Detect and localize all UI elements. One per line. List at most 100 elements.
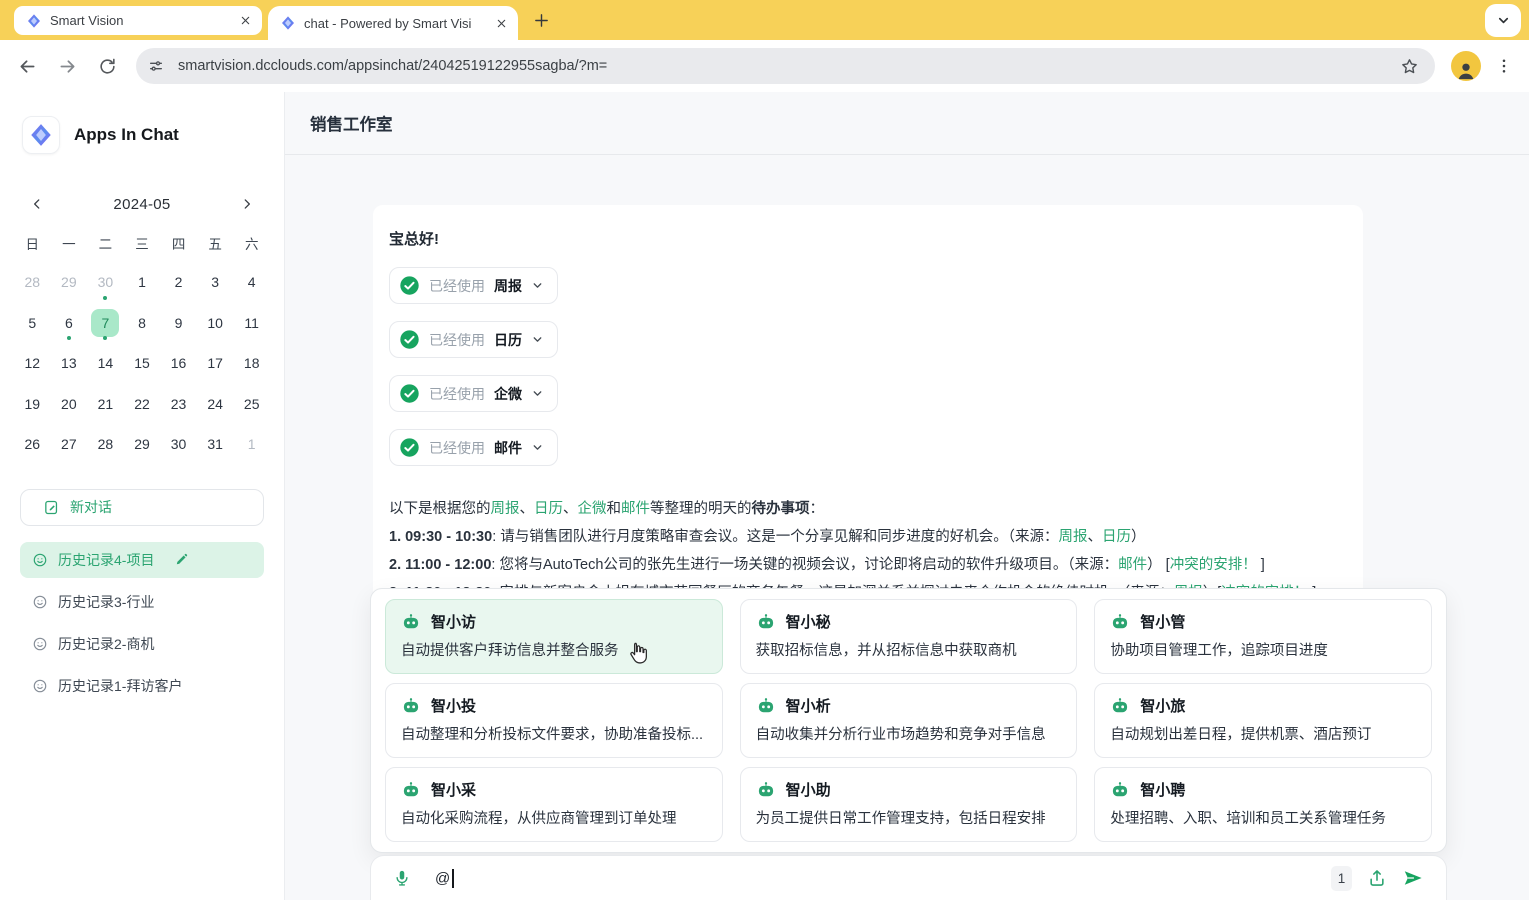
- tab-search-button[interactable]: [1485, 4, 1521, 37]
- microphone-icon[interactable]: [393, 869, 411, 887]
- calendar-day[interactable]: 5: [14, 303, 51, 344]
- new-tab-button[interactable]: [528, 7, 555, 34]
- link-calendar[interactable]: 日历: [534, 501, 563, 517]
- agent-card[interactable]: 智小旅 自动规划出差日程，提供机票、酒店预订: [1094, 683, 1432, 758]
- agent-card[interactable]: 智小访 自动提供客户拜访信息并整合服务: [385, 599, 723, 674]
- used-tool-button[interactable]: 已经使用 邮件: [389, 429, 558, 466]
- calendar-prev-icon[interactable]: [24, 192, 50, 216]
- calendar-day[interactable]: 15: [124, 343, 161, 384]
- link-email[interactable]: 邮件: [621, 501, 650, 517]
- calendar-day[interactable]: 20: [51, 384, 88, 425]
- edit-pencil-icon[interactable]: [174, 552, 189, 567]
- todo-source-link[interactable]: 日历: [1102, 529, 1131, 545]
- chat-smiley-icon: [32, 636, 48, 652]
- robot-icon: [756, 612, 776, 632]
- calendar-day[interactable]: 8: [124, 303, 161, 344]
- agent-card[interactable]: 智小析 自动收集并分析行业市场趋势和竞争对手信息: [740, 683, 1078, 758]
- back-button[interactable]: [10, 49, 44, 83]
- calendar-day[interactable]: 29: [124, 424, 161, 465]
- browser-menu-icon[interactable]: [1489, 51, 1519, 81]
- calendar-day[interactable]: 29: [51, 262, 88, 303]
- close-tab-icon[interactable]: [492, 14, 510, 32]
- chat-smiley-icon: [32, 552, 48, 568]
- url-bar[interactable]: smartvision.dcclouds.com/appsinchat/2404…: [136, 48, 1435, 84]
- calendar-day[interactable]: 27: [51, 424, 88, 465]
- calendar-day[interactable]: 28: [14, 262, 51, 303]
- calendar-day[interactable]: 22: [124, 384, 161, 425]
- tab-smart-vision[interactable]: Smart Vision: [14, 6, 262, 35]
- new-chat-button[interactable]: 新对话: [20, 489, 264, 526]
- weekday-label: 五: [197, 232, 234, 258]
- calendar-next-icon[interactable]: [234, 192, 260, 216]
- site-settings-icon[interactable]: [142, 52, 170, 80]
- history-item[interactable]: 历史记录4-项目: [20, 542, 264, 578]
- calendar-day[interactable]: 10: [197, 303, 234, 344]
- calendar-day[interactable]: 12: [14, 343, 51, 384]
- agent-description: 协助项目管理工作，追踪项目进度: [1110, 639, 1416, 660]
- calendar-day[interactable]: 28: [87, 424, 124, 465]
- agent-card[interactable]: 智小投 自动整理和分析投标文件要求，协助准备投标...: [385, 683, 723, 758]
- calendar-day[interactable]: 1: [124, 262, 161, 303]
- calendar-day[interactable]: 25: [233, 384, 270, 425]
- chevron-down-icon: [531, 441, 544, 454]
- used-tool-prefix: 已经使用: [429, 438, 485, 458]
- calendar-day[interactable]: 26: [14, 424, 51, 465]
- reload-button[interactable]: [90, 49, 124, 83]
- history-item[interactable]: 历史记录1-拜访客户: [20, 668, 264, 704]
- history-item[interactable]: 历史记录2-商机: [20, 626, 264, 662]
- message-input-value[interactable]: @: [435, 869, 454, 888]
- calendar-day[interactable]: 1: [233, 424, 270, 465]
- todo-source-link[interactable]: 邮件: [1118, 557, 1147, 573]
- calendar-day[interactable]: 9: [160, 303, 197, 344]
- calendar-day[interactable]: 30: [87, 262, 124, 303]
- calendar-day[interactable]: 14: [87, 343, 124, 384]
- calendar-day[interactable]: 17: [197, 343, 234, 384]
- tab-chat[interactable]: chat - Powered by Smart Visi: [268, 6, 518, 40]
- calendar-day[interactable]: 13: [51, 343, 88, 384]
- calendar-day[interactable]: 6: [51, 303, 88, 344]
- used-tool-button[interactable]: 已经使用 企微: [389, 375, 558, 412]
- todo-source-link[interactable]: 周报: [1059, 529, 1088, 545]
- agent-card[interactable]: 智小管 协助项目管理工作，追踪项目进度: [1094, 599, 1432, 674]
- calendar-day[interactable]: 16: [160, 343, 197, 384]
- used-tool-button[interactable]: 已经使用 日历: [389, 321, 558, 358]
- send-icon[interactable]: [1402, 867, 1424, 889]
- calendar-day[interactable]: 3: [197, 262, 234, 303]
- upload-icon[interactable]: [1367, 868, 1387, 888]
- calendar-day[interactable]: 30: [160, 424, 197, 465]
- agent-card[interactable]: 智小聘 处理招聘、入职、培训和员工关系管理任务: [1094, 767, 1432, 842]
- calendar-day[interactable]: 11: [233, 303, 270, 344]
- calendar-day[interactable]: 7: [87, 303, 124, 344]
- calendar-day[interactable]: 2: [160, 262, 197, 303]
- used-tool-button[interactable]: 已经使用 周报: [389, 267, 558, 304]
- agent-card[interactable]: 智小秘 获取招标信息，并从招标信息中获取商机: [740, 599, 1078, 674]
- history-item-label: 历史记录1-拜访客户: [58, 676, 182, 696]
- agent-description: 处理招聘、入职、培训和员工关系管理任务: [1110, 807, 1416, 828]
- calendar-day[interactable]: 21: [87, 384, 124, 425]
- close-tab-icon[interactable]: [236, 12, 254, 30]
- calendar-day[interactable]: 23: [160, 384, 197, 425]
- link-wecom[interactable]: 企微: [578, 501, 607, 517]
- agent-name: 智小管: [1140, 611, 1185, 632]
- greeting-text: 宝总好!: [389, 228, 1347, 249]
- calendar-day[interactable]: 18: [233, 343, 270, 384]
- calendar-weekdays: 日一二三四五六: [14, 232, 270, 258]
- agent-card[interactable]: 智小采 自动化采购流程，从供应商管理到订单处理: [385, 767, 723, 842]
- history-item[interactable]: 历史记录3-行业: [20, 584, 264, 620]
- agent-description: 自动提供客户拜访信息并整合服务: [401, 639, 707, 660]
- profile-avatar[interactable]: [1451, 51, 1481, 81]
- calendar-day[interactable]: 19: [14, 384, 51, 425]
- calendar-day[interactable]: 4: [233, 262, 270, 303]
- calendar-day[interactable]: 31: [197, 424, 234, 465]
- used-tool-name: 周报: [494, 276, 522, 296]
- forward-button[interactable]: [50, 49, 84, 83]
- bookmark-star-icon[interactable]: [1397, 54, 1421, 78]
- agent-picker-panel: 智小访 自动提供客户拜访信息并整合服务 智小秘 获取招标信息，并从招标信息中获取…: [370, 588, 1447, 853]
- link-weekly-report[interactable]: 周报: [491, 501, 520, 517]
- agent-card[interactable]: 智小助 为员工提供日常工作管理支持，包括日程安排: [740, 767, 1078, 842]
- message-input-bar[interactable]: @ 1: [370, 855, 1447, 900]
- calendar-day[interactable]: 24: [197, 384, 234, 425]
- chat-smiley-icon: [32, 594, 48, 610]
- used-tool-prefix: 已经使用: [429, 276, 485, 296]
- used-tool-prefix: 已经使用: [429, 384, 485, 404]
